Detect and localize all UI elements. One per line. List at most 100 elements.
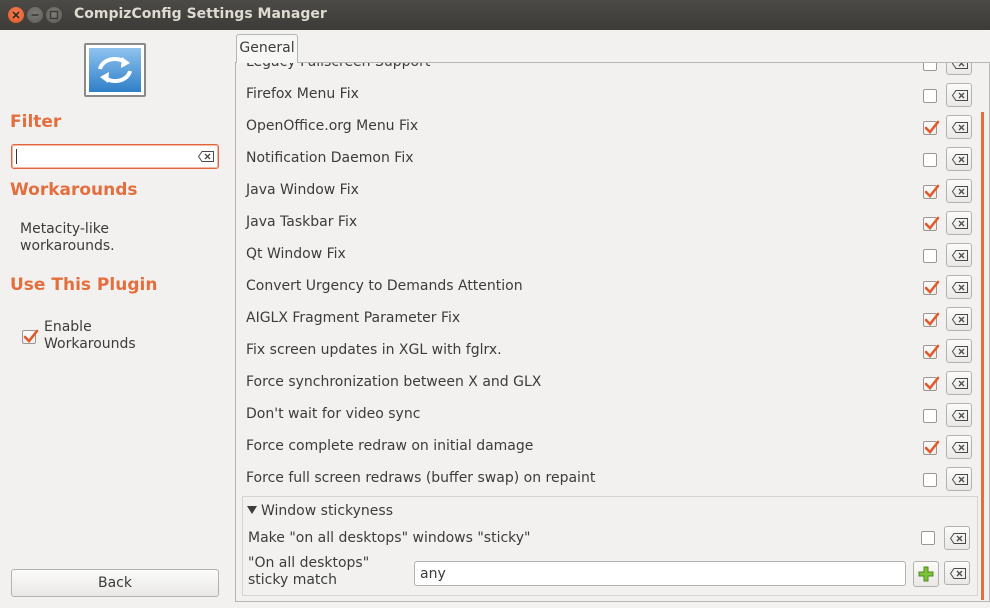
sidebar: Filter Workarounds Metacity-like workaro… <box>0 30 234 608</box>
sticky-option-reset-button[interactable] <box>944 526 970 550</box>
clear-text-icon[interactable] <box>198 151 214 162</box>
option-row: Java Taskbar Fix <box>246 207 978 239</box>
minimize-icon <box>31 14 39 16</box>
sticky-option-label: Make "on all desktops" windows "sticky" <box>248 530 531 546</box>
option-reset-button[interactable] <box>946 467 972 491</box>
back-button[interactable]: Back <box>11 569 219 597</box>
option-reset-button[interactable] <box>946 179 972 203</box>
option-row: Force complete redraw on initial damage <box>246 431 978 463</box>
option-checkbox[interactable] <box>923 153 937 167</box>
title-bar: CompizConfig Settings Manager <box>0 0 990 30</box>
refresh-icon <box>89 48 141 92</box>
clear-icon <box>950 533 966 544</box>
clear-icon <box>952 474 968 485</box>
filter-input[interactable] <box>16 146 186 167</box>
option-reset-button[interactable] <box>946 115 972 139</box>
checkmark-icon <box>924 280 940 294</box>
clear-icon <box>952 186 968 197</box>
sticky-match-input[interactable] <box>414 561 906 586</box>
option-row: Force full screen redraws (buffer swap) … <box>246 463 978 495</box>
option-checkbox[interactable] <box>923 249 937 263</box>
option-checkbox[interactable] <box>923 312 940 327</box>
option-checkbox[interactable] <box>923 216 940 231</box>
option-reset-button[interactable] <box>946 403 972 427</box>
checkmark-icon <box>924 216 940 230</box>
scrollbar[interactable] <box>981 112 984 600</box>
option-checkbox[interactable] <box>923 120 940 135</box>
option-label: Legacy Fullscreen Support <box>246 62 431 70</box>
clear-icon <box>952 63 968 69</box>
checkmark-icon <box>924 344 940 358</box>
filter-heading: Filter <box>10 112 62 132</box>
option-checkbox[interactable] <box>923 280 940 295</box>
option-checkbox[interactable] <box>923 409 937 423</box>
option-reset-button[interactable] <box>946 243 972 267</box>
plus-icon <box>918 566 934 582</box>
option-checkbox[interactable] <box>923 63 937 71</box>
clear-icon <box>952 378 968 389</box>
option-label: Qt Window Fix <box>246 246 346 262</box>
filter-field[interactable] <box>11 144 219 169</box>
option-row: Force synchronization between X and GLX <box>246 367 978 399</box>
sticky-match-label: "On all desktops" sticky match <box>248 555 370 588</box>
maximize-window-button[interactable] <box>46 7 62 23</box>
option-checkbox[interactable] <box>923 344 940 359</box>
clear-icon <box>950 568 966 579</box>
option-checkbox[interactable] <box>923 184 940 199</box>
checkmark-icon <box>924 312 940 326</box>
option-reset-button[interactable] <box>946 275 972 299</box>
clear-icon <box>952 250 968 261</box>
option-reset-button[interactable] <box>946 307 972 331</box>
option-label: Firefox Menu Fix <box>246 86 359 102</box>
window-stickyness-group: Window stickyness Make "on all desktops"… <box>242 496 978 596</box>
enable-plugin-checkbox[interactable] <box>22 329 39 344</box>
option-label: OpenOffice.org Menu Fix <box>246 118 419 134</box>
option-row: Firefox Menu Fix <box>246 79 978 111</box>
option-reset-button[interactable] <box>946 211 972 235</box>
option-label: AIGLX Fragment Parameter Fix <box>246 310 461 326</box>
use-plugin-heading: Use This Plugin <box>10 275 158 295</box>
option-label: Don't wait for video sync <box>246 406 421 422</box>
edit-match-button[interactable] <box>913 561 939 587</box>
clear-icon <box>952 410 968 421</box>
group-title: Window stickyness <box>261 503 393 519</box>
option-label: Convert Urgency to Demands Attention <box>246 278 523 294</box>
option-label: Java Window Fix <box>246 182 359 198</box>
option-label: Force full screen redraws (buffer swap) … <box>246 470 596 486</box>
option-reset-button[interactable] <box>946 147 972 171</box>
clear-icon <box>952 314 968 325</box>
option-row: AIGLX Fragment Parameter Fix <box>246 303 978 335</box>
option-label: Force complete redraw on initial damage <box>246 438 534 454</box>
option-row: Qt Window Fix <box>246 239 978 271</box>
option-label: Force synchronization between X and GLX <box>246 374 542 390</box>
option-label: Notification Daemon Fix <box>246 150 414 166</box>
tab-general[interactable]: General <box>236 34 298 63</box>
option-checkbox[interactable] <box>923 473 937 487</box>
option-reset-button[interactable] <box>946 339 972 363</box>
text-cursor <box>16 149 17 164</box>
sticky-match-reset-button[interactable] <box>944 561 970 585</box>
option-checkbox[interactable] <box>923 376 940 391</box>
close-window-button[interactable] <box>8 7 24 23</box>
expander-arrow-icon <box>247 506 257 514</box>
sticky-option-checkbox[interactable] <box>921 531 935 545</box>
option-reset-button[interactable] <box>946 435 972 459</box>
option-row: OpenOffice.org Menu Fix <box>246 111 978 143</box>
option-checkbox[interactable] <box>923 89 937 103</box>
option-reset-button[interactable] <box>946 371 972 395</box>
option-checkbox[interactable] <box>923 440 940 455</box>
group-expander[interactable]: Window stickyness <box>247 503 393 519</box>
clear-icon <box>952 90 968 101</box>
minimize-window-button[interactable] <box>27 7 43 23</box>
maximize-icon <box>49 10 59 20</box>
option-row: Convert Urgency to Demands Attention <box>246 271 978 303</box>
plugin-name-heading: Workarounds <box>10 180 138 200</box>
enable-plugin-label: Enable Workarounds <box>44 319 136 352</box>
clear-icon <box>952 282 968 293</box>
clear-icon <box>952 154 968 165</box>
clear-icon <box>952 218 968 229</box>
option-row: Fix screen updates in XGL with fglrx. <box>246 335 978 367</box>
checkmark-icon <box>23 329 39 343</box>
option-reset-button[interactable] <box>946 83 972 107</box>
option-reset-button[interactable] <box>946 63 972 75</box>
